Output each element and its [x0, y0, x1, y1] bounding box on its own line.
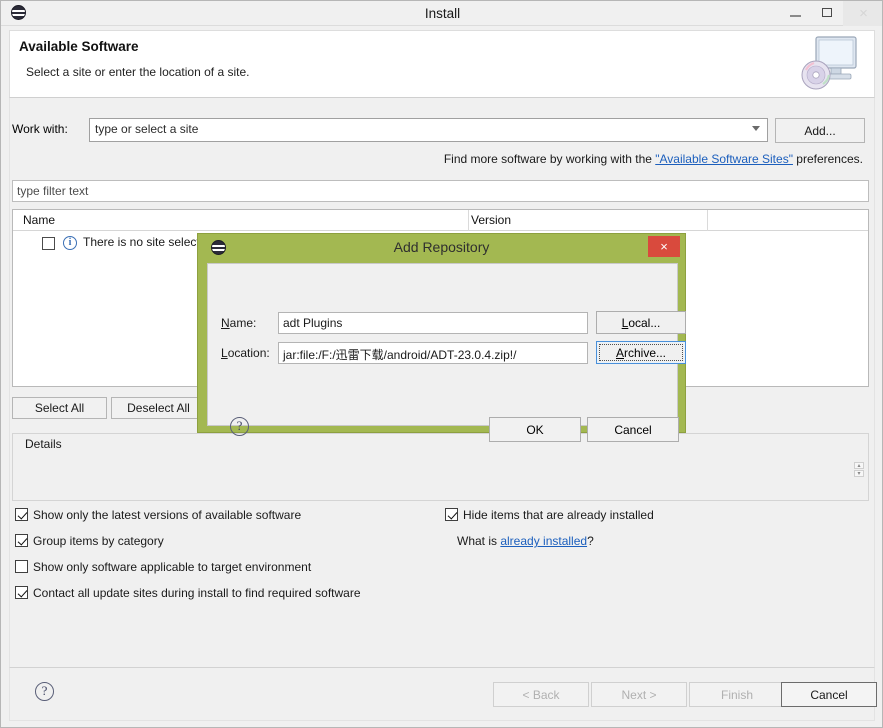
- install-wizard-window: Install × Available Software Select a si…: [0, 0, 883, 728]
- option-label: Show only software applicable to target …: [33, 560, 311, 574]
- row-name: There is no site selected: [83, 235, 213, 249]
- location-field-label: Location:: [221, 346, 270, 360]
- focus-ring: [599, 344, 683, 361]
- chevron-down-icon: [752, 126, 761, 135]
- what-is-already-installed: What is already installed?: [457, 534, 594, 548]
- minimize-button[interactable]: [779, 1, 811, 26]
- maximize-icon: [822, 8, 832, 17]
- local-button[interactable]: Local...: [596, 311, 686, 334]
- location-field-value: jar:file:/F:/迅雷下载/android/ADT-23.0.4.zip…: [283, 346, 516, 363]
- already-installed-link[interactable]: already installed: [500, 534, 587, 548]
- window-titlebar: Install ×: [1, 1, 883, 26]
- option-label: Show only the latest versions of availab…: [33, 508, 301, 522]
- find-more-software-text: Find more software by working with the "…: [444, 152, 863, 166]
- work-with-label: Work with:: [12, 122, 68, 136]
- table-header: Name Version: [13, 210, 868, 231]
- deselect-all-button[interactable]: Deselect All: [111, 397, 206, 419]
- column-divider-1[interactable]: [468, 210, 469, 231]
- close-button[interactable]: ×: [843, 1, 883, 26]
- filter-input[interactable]: type filter text: [12, 180, 869, 202]
- name-field-value: adt Plugins: [283, 316, 342, 330]
- dialog-title: Add Repository: [198, 234, 685, 260]
- filter-input-value: type filter text: [17, 184, 88, 198]
- page-title: Available Software: [19, 39, 139, 54]
- option-applicable-to-target[interactable]: Show only software applicable to target …: [15, 560, 311, 574]
- dialog-body: Name: adt Plugins Local... Location: jar…: [207, 263, 678, 426]
- checkbox-icon[interactable]: [445, 508, 458, 521]
- option-label: Hide items that are already installed: [463, 508, 654, 522]
- dialog-close-button[interactable]: ×: [648, 236, 680, 257]
- find-more-prefix: Find more software by working with the: [444, 152, 655, 166]
- option-label: Group items by category: [33, 534, 164, 548]
- cancel-button[interactable]: Cancel: [781, 682, 877, 707]
- spinner-down-icon[interactable]: ▾: [854, 470, 864, 477]
- add-site-button[interactable]: Add...: [775, 118, 865, 143]
- available-software-sites-link[interactable]: "Available Software Sites": [655, 152, 793, 166]
- option-hide-installed[interactable]: Hide items that are already installed: [445, 508, 654, 522]
- next-button[interactable]: Next >: [591, 682, 687, 707]
- wizard-footer: ? < Back Next > Finish Cancel: [9, 667, 875, 721]
- location-field[interactable]: jar:file:/F:/迅雷下载/android/ADT-23.0.4.zip…: [278, 342, 588, 364]
- column-header-name[interactable]: Name: [23, 213, 55, 227]
- monitor-disc-icon: [796, 34, 864, 94]
- page-subtitle: Select a site or enter the location of a…: [26, 65, 249, 79]
- close-icon: ×: [843, 1, 883, 26]
- finish-button[interactable]: Finish: [689, 682, 785, 707]
- dialog-cancel-button[interactable]: Cancel: [587, 417, 679, 442]
- select-all-button[interactable]: Select All: [12, 397, 107, 419]
- archive-button[interactable]: Archive...: [596, 341, 686, 364]
- name-field[interactable]: adt Plugins: [278, 312, 588, 334]
- what-is-prefix: What is: [457, 534, 500, 548]
- minimize-icon: [790, 15, 801, 17]
- maximize-button[interactable]: [811, 1, 843, 26]
- checkbox-icon[interactable]: [15, 508, 28, 521]
- dialog-help-button[interactable]: ?: [230, 417, 249, 436]
- name-field-label: Name:: [221, 316, 256, 330]
- find-more-suffix: preferences.: [793, 152, 863, 166]
- row-checkbox[interactable]: [42, 237, 55, 250]
- checkbox-icon[interactable]: [15, 534, 28, 547]
- back-button[interactable]: < Back: [493, 682, 589, 707]
- spinner-up-icon[interactable]: ▴: [854, 462, 864, 469]
- option-label: Contact all update sites during install …: [33, 586, 361, 600]
- what-is-suffix: ?: [587, 534, 594, 548]
- checkbox-icon[interactable]: [15, 560, 28, 573]
- details-panel: ▴ ▾: [12, 433, 869, 501]
- dialog-ok-button[interactable]: OK: [489, 417, 581, 442]
- wizard-banner: Available Software Select a site or ente…: [9, 30, 875, 98]
- column-header-version[interactable]: Version: [471, 213, 511, 227]
- details-label: Details: [21, 437, 66, 451]
- work-with-value: type or select a site: [95, 122, 198, 136]
- add-repository-dialog: Add Repository × Name: adt Plugins Local…: [197, 233, 686, 433]
- info-icon: i: [63, 236, 77, 250]
- work-with-combo[interactable]: type or select a site: [89, 118, 768, 142]
- option-show-latest-versions[interactable]: Show only the latest versions of availab…: [15, 508, 301, 522]
- window-title: Install: [1, 1, 883, 26]
- help-button[interactable]: ?: [35, 682, 54, 701]
- column-divider-2[interactable]: [707, 210, 708, 231]
- checkbox-icon[interactable]: [15, 586, 28, 599]
- details-spinner[interactable]: ▴ ▾: [854, 462, 864, 478]
- option-contact-update-sites[interactable]: Contact all update sites during install …: [15, 586, 361, 600]
- option-group-by-category[interactable]: Group items by category: [15, 534, 164, 548]
